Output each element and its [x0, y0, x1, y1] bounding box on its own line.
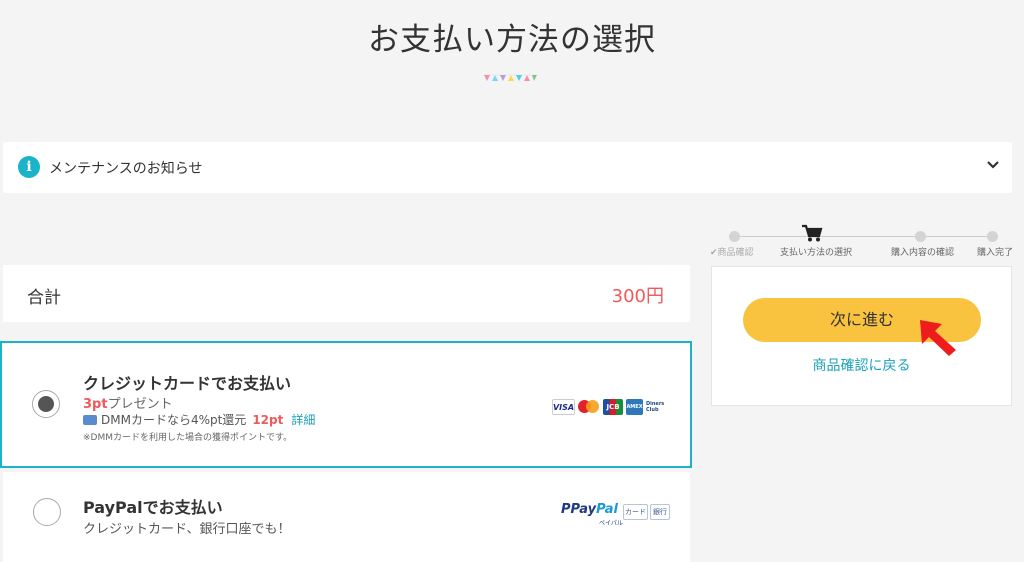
chevron-down-icon[interactable]: [986, 158, 1000, 172]
amex-logo: AMEX: [626, 399, 643, 415]
mastercard-logo: [578, 399, 600, 415]
paypal-bank-tag: 銀行: [650, 504, 670, 520]
maintenance-notice[interactable]: i メンテナンスのお知らせ: [3, 142, 1012, 193]
back-to-product-link[interactable]: 商品確認に戻る: [712, 355, 1011, 375]
notice-text: メンテナンスのお知らせ: [49, 161, 203, 177]
points-note: ※DMMカードを利用した場合の獲得ポイントです。: [83, 433, 293, 443]
info-icon: i: [18, 156, 40, 178]
card-icon: [83, 412, 100, 425]
total-amount: 300円: [611, 286, 664, 307]
step-label-2: 支払い方法の選択: [780, 248, 853, 258]
points-value: 3pt: [83, 397, 108, 412]
points-present: 3ptプレゼント: [83, 393, 173, 412]
check-icon: ✔: [710, 248, 718, 258]
step-dot-4: [987, 231, 998, 242]
payment-option-paypal[interactable]: PayPalでお支払い クレジットカード、銀行口座でも！ PPayPal ペイパ…: [3, 472, 690, 562]
diners-logo: Diners Club: [646, 399, 668, 415]
radio-paypal[interactable]: [33, 498, 61, 526]
dmm-text: DMMカードなら4%pt還元: [101, 413, 247, 427]
red-arrow-icon: [920, 320, 956, 356]
step-dot-3: [915, 231, 926, 242]
step-label-3: 購入内容の確認: [891, 248, 955, 258]
step-dot-1: [729, 231, 740, 242]
step-label-4: 購入完了: [977, 248, 1014, 258]
radio-credit-card[interactable]: [32, 390, 60, 418]
progress-steps: ✔商品確認 支払い方法の選択 購入内容の確認 購入完了: [705, 224, 1024, 260]
dmm-points: 12pt: [252, 413, 284, 427]
card-brands: VISA JCB AMEX Diners Club: [552, 399, 668, 415]
total-label: 合計: [27, 288, 61, 308]
dmm-card-promo: DMMカードなら4%pt還元 12pt 詳細: [83, 411, 315, 428]
order-total: 合計 300円: [3, 265, 690, 322]
action-panel: 次に進む 商品確認に戻る: [711, 266, 1012, 406]
paypal-card-tag: カード: [623, 504, 648, 520]
details-link[interactable]: 詳細: [291, 413, 315, 427]
paypal-icon: P: [560, 502, 571, 517]
payment-option-credit-card[interactable]: クレジットカードでお支払い 3ptプレゼント DMMカードなら4%pt還元 12p…: [0, 341, 692, 468]
radio-selected-dot: [38, 396, 54, 412]
paypal-subtext: クレジットカード、銀行口座でも！: [83, 522, 291, 537]
step-label-1: ✔商品確認: [710, 248, 754, 258]
payment-name: PayPalでお支払い: [83, 498, 223, 517]
progress-line: [733, 236, 995, 237]
visa-logo: VISA: [552, 399, 575, 415]
page-title: お支払い方法の選択: [368, 22, 656, 58]
paypal-logo: PPayPal ペイパル: [560, 502, 623, 527]
bunting-decoration: [483, 74, 537, 81]
points-suffix: プレゼント: [107, 397, 173, 412]
cart-icon: [802, 224, 823, 242]
jcb-logo: JCB: [603, 399, 623, 415]
payment-name: クレジットカードでお支払い: [83, 374, 292, 393]
